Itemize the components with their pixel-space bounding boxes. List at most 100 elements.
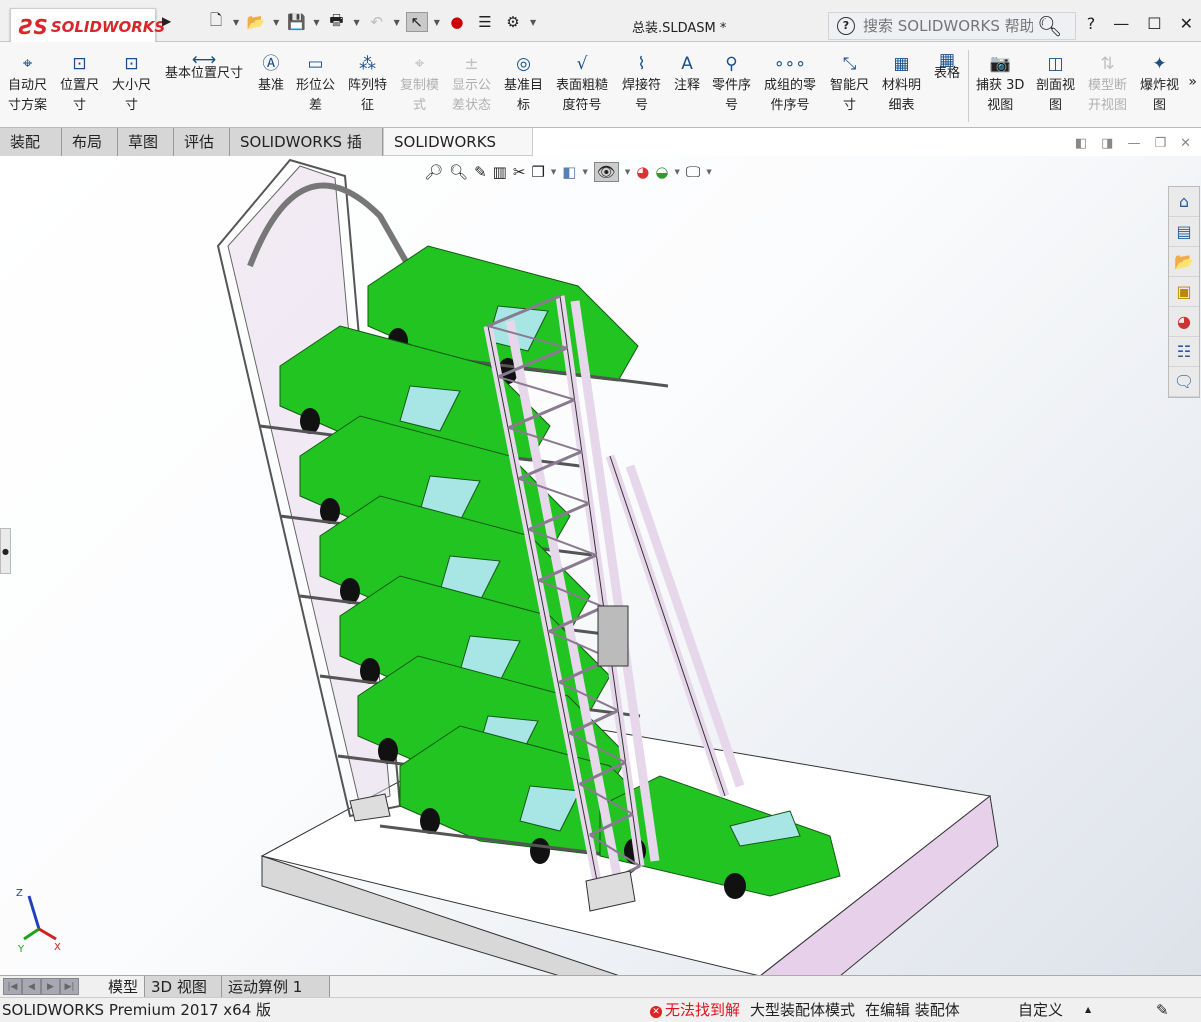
- viewport-minimize-icon[interactable]: —: [1127, 136, 1140, 151]
- ribbon-button[interactable]: ▭ 形位公 差: [296, 52, 335, 116]
- expand-menu-arrow[interactable]: ▶: [162, 14, 171, 28]
- ribbon-button[interactable]: ∘∘∘ 成组的零 件序号: [764, 52, 816, 116]
- command-tab[interactable]: SOLIDWORKS MBD: [383, 128, 533, 179]
- ribbon-button[interactable]: 📷 捕获 3D 视图: [976, 52, 1024, 116]
- ribbon-button[interactable]: ⌖ 自动尺 寸方案: [8, 52, 47, 116]
- customize-status-icon[interactable]: ✎: [1156, 998, 1169, 1022]
- ribbon-icon: ⌖: [414, 54, 425, 74]
- dropdown-arrow[interactable]: ▼: [313, 18, 319, 27]
- viewport-close-icon[interactable]: ✕: [1180, 136, 1191, 151]
- print-icon[interactable]: 🖶: [325, 11, 347, 32]
- viewport-restore-icon[interactable]: ❐: [1154, 136, 1166, 151]
- dropdown-arrow[interactable]: ▼: [233, 18, 239, 27]
- tile-right-icon[interactable]: ◨: [1101, 136, 1113, 151]
- ribbon-button[interactable]: ▦ 表格: [934, 50, 960, 84]
- car-wheel: [530, 838, 550, 864]
- last-tab-icon[interactable]: ▶|: [60, 978, 79, 995]
- ribbon-button[interactable]: ⌇ 焊接符 号: [622, 52, 661, 116]
- ribbon-button[interactable]: ◫ 剖面视 图: [1036, 52, 1075, 116]
- dropdown-arrow[interactable]: ▼: [353, 18, 359, 27]
- ribbon-icon: A: [681, 54, 693, 74]
- ribbon-label: 爆炸视 图: [1140, 78, 1180, 113]
- ribbon-icon: √: [576, 54, 588, 74]
- options-icon[interactable]: ⚙: [502, 12, 524, 32]
- help-search: ? 🔍︎: [828, 12, 1076, 40]
- ribbon-button[interactable]: A 注释: [674, 52, 700, 96]
- units-selector[interactable]: 自定义: [1018, 998, 1063, 1022]
- window-controls: ? — ☐ ✕: [1087, 14, 1193, 33]
- command-tab[interactable]: 布局: [62, 128, 118, 156]
- ribbon-button[interactable]: ◎ 基准目 标: [504, 52, 543, 116]
- ribbon-button[interactable]: ± 显示公 差状态: [452, 52, 491, 116]
- appearances-icon[interactable]: ◕: [1169, 307, 1199, 337]
- close-button[interactable]: ✕: [1180, 14, 1193, 33]
- first-tab-icon[interactable]: |◀: [3, 978, 22, 995]
- ribbon-label: 位置尺 寸: [60, 78, 100, 113]
- ribbon-icon: ◫: [1047, 54, 1064, 74]
- triad-y-label: Y: [17, 944, 25, 954]
- assembly-mode: 大型装配体模式: [750, 1001, 856, 1019]
- ribbon-button[interactable]: ⁂ 阵列特 征: [348, 52, 387, 116]
- next-tab-icon[interactable]: ▶: [41, 978, 60, 995]
- car-wheel: [724, 873, 746, 899]
- help-icon[interactable]: ?: [837, 17, 855, 35]
- assembly-model[interactable]: [0, 156, 1160, 976]
- ribbon-button[interactable]: Ⓐ 基准: [258, 52, 284, 96]
- dropdown-arrow[interactable]: ▼: [530, 18, 536, 27]
- help-menu-button[interactable]: ?: [1087, 14, 1096, 33]
- ribbon-button[interactable]: ⌖ 复制模 式: [400, 52, 439, 116]
- bottom-tab[interactable]: 3D 视图: [145, 976, 222, 998]
- minimize-button[interactable]: —: [1113, 14, 1129, 33]
- ribbon-button[interactable]: ⤡ 智能尺 寸: [830, 52, 869, 116]
- select-icon[interactable]: ↖: [405, 12, 428, 32]
- ribbon-button[interactable]: ⊡ 位置尺 寸: [60, 52, 99, 116]
- design-library-icon[interactable]: ▤: [1169, 217, 1199, 247]
- units-arrow-icon[interactable]: ▲: [1085, 998, 1091, 1022]
- undo-icon[interactable]: ↶: [366, 12, 388, 32]
- dropdown-arrow[interactable]: ▼: [434, 18, 440, 27]
- rebuild-error[interactable]: ✕ 无法找到解: [650, 998, 740, 1022]
- dropdown-arrow[interactable]: ▼: [273, 18, 279, 27]
- new-document-icon[interactable]: 🗋: [205, 11, 227, 32]
- solidworks-logo[interactable]: ƧS SOLIDWORKS: [10, 8, 165, 46]
- forum-icon[interactable]: 🗨: [1169, 367, 1199, 397]
- search-icon[interactable]: 🔍︎: [1037, 14, 1062, 38]
- ribbon-button[interactable]: ⚲ 零件序 号: [712, 52, 751, 116]
- title-bar: ƧS SOLIDWORKS ▶ 🗋 ▼ 📂 ▼ 💾 ▼ 🖶 ▼ ↶ ▼ ↖ ▼ ● ☰ ⚙ ▼ …: [0, 0, 1201, 46]
- error-text: 无法找到解: [665, 1001, 741, 1019]
- ribbon-button[interactable]: ⟷ 基本位置尺寸: [165, 50, 243, 84]
- ribbon-label: 模型断 开视图: [1088, 78, 1128, 113]
- custom-properties-icon[interactable]: ☷: [1169, 337, 1199, 367]
- file-explorer-icon[interactable]: 📂: [1169, 247, 1199, 277]
- solidworks-resources-icon[interactable]: ⌂: [1169, 187, 1199, 217]
- rebuild-icon[interactable]: ●: [446, 12, 468, 32]
- more-commands-button[interactable]: »: [1188, 74, 1197, 90]
- command-tab[interactable]: SOLIDWORKS 插件: [230, 128, 383, 179]
- command-tab[interactable]: 草图: [118, 128, 174, 156]
- prev-tab-icon[interactable]: ◀: [22, 978, 41, 995]
- ribbon-label: 材料明 细表: [882, 78, 922, 113]
- ribbon-button[interactable]: ▦ 材料明 细表: [882, 52, 921, 116]
- maximize-button[interactable]: ☐: [1147, 14, 1161, 33]
- ribbon-button[interactable]: ✦ 爆炸视 图: [1140, 52, 1179, 116]
- tab-scroll-arrows: |◀ ◀ ▶ ▶|: [3, 978, 79, 995]
- bottom-tab[interactable]: 运动算例 1: [222, 976, 330, 998]
- dropdown-arrow[interactable]: ▼: [394, 18, 400, 27]
- save-icon[interactable]: 💾: [285, 12, 307, 32]
- view-palette-icon[interactable]: ▣: [1169, 277, 1199, 307]
- bottom-tab[interactable]: 模型: [90, 976, 145, 998]
- ribbon-button[interactable]: ⇅ 模型断 开视图: [1088, 52, 1127, 116]
- file-properties-icon[interactable]: ☰: [474, 12, 496, 32]
- command-tab[interactable]: 装配体: [0, 128, 62, 179]
- ribbon-icon: ⟷: [191, 50, 217, 70]
- open-icon[interactable]: 📂: [245, 12, 267, 32]
- command-tab[interactable]: 评估: [174, 128, 230, 156]
- ribbon-button[interactable]: √ 表面粗糙 度符号: [556, 52, 608, 116]
- feature-manager-collapse-handle[interactable]: ●: [0, 528, 11, 574]
- tile-left-icon[interactable]: ◧: [1075, 136, 1087, 151]
- graphics-area[interactable]: 🔎︎ 🔍︎ ✎ ▥ ✂ ❒ ▼ ◧ ▼ 👁 ▼ ◕ ◒ ▼ 🖵 ▼ ⌂ ▤ 📂 ▣ ◕ ☷…: [0, 156, 1201, 976]
- ribbon-button[interactable]: ⊡ 大小尺 寸: [112, 52, 151, 116]
- search-input[interactable]: [863, 17, 1033, 35]
- ribbon-label: 捕获 3D 视图: [976, 78, 1025, 113]
- ribbon-label: 大小尺 寸: [112, 78, 152, 113]
